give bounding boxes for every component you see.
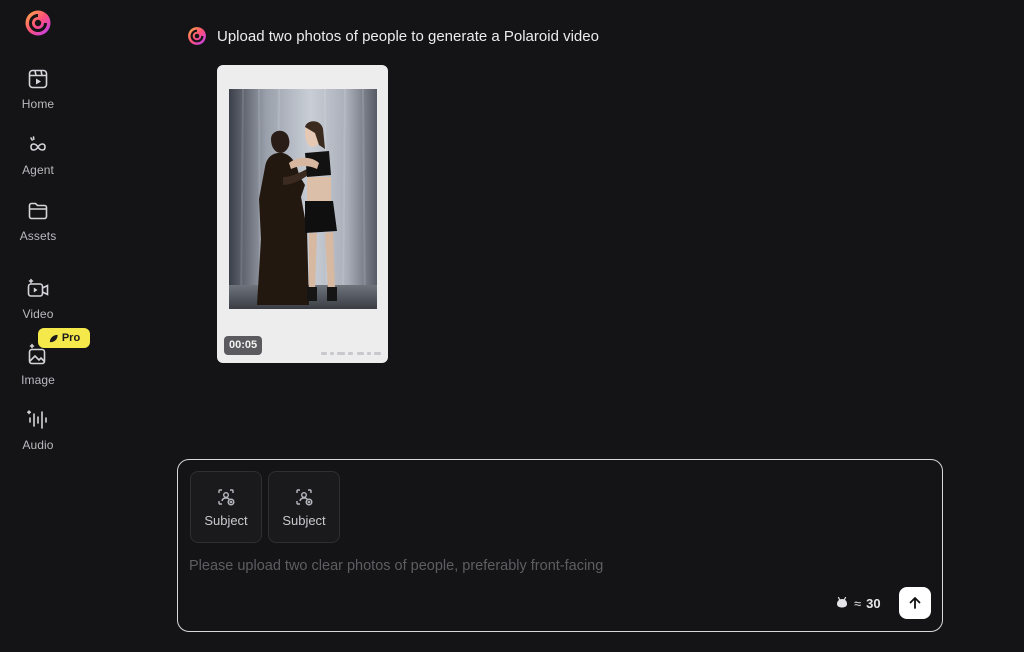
pro-badge-label: Pro: [61, 332, 81, 344]
credit-approx-symbol: ≈: [854, 595, 862, 611]
app-root: Home Agent Assets Video Image Pro Audio …: [0, 0, 1024, 652]
sidebar-item-label: Home: [21, 97, 55, 111]
sidebar-item-video[interactable]: Video: [0, 277, 76, 335]
leaf-icon: [49, 334, 58, 342]
sidebar-item-agent[interactable]: Agent: [0, 133, 76, 191]
credit-value: 30: [866, 595, 881, 611]
subject-label: Subject: [204, 512, 248, 528]
send-button[interactable]: [899, 587, 931, 619]
assistant-logo-icon: [188, 27, 206, 45]
prompt-input[interactable]: [189, 555, 909, 577]
sidebar-item-assets[interactable]: Assets: [0, 199, 76, 257]
polaroid-video-card[interactable]: 00:05: [217, 65, 388, 363]
sidebar-item-label: Image: [21, 373, 55, 387]
sidebar-item-label: Assets: [19, 229, 57, 243]
sidebar-item-audio[interactable]: Audio: [0, 408, 76, 466]
sidebar-item-image[interactable]: Image: [0, 343, 76, 401]
sidebar-item-label: Agent: [22, 163, 54, 177]
audio-icon: [27, 410, 47, 429]
assistant-message: Upload two photos of people to generate …: [187, 24, 599, 48]
message-title: Upload two photos of people to generate …: [217, 27, 599, 45]
agent-icon: [30, 136, 46, 151]
prompt-composer: Subject Subject ≈ 30: [177, 459, 943, 632]
photo-caption-mark: [321, 352, 381, 355]
home-icon: [28, 69, 48, 89]
sidebar-item-label: Audio: [22, 438, 54, 452]
upload-subject-button-1[interactable]: Subject: [190, 471, 262, 543]
sidebar: Home Agent Assets Video Image Pro Audio: [0, 0, 90, 652]
sidebar-item-label: Video: [22, 307, 54, 321]
polaroid-photo: [229, 89, 377, 309]
add-subject-icon: [218, 488, 235, 505]
credit-cost: ≈ 30: [835, 594, 881, 612]
video-icon: [27, 278, 49, 297]
app-logo[interactable]: [24, 9, 52, 37]
folder-icon: [28, 202, 48, 220]
subject-label: Subject: [282, 512, 326, 528]
arrow-up-icon: [909, 597, 921, 609]
add-subject-icon: [296, 488, 313, 505]
pro-badge: Pro: [38, 328, 90, 348]
credit-icon: [837, 596, 847, 608]
upload-subject-button-2[interactable]: Subject: [268, 471, 340, 543]
sidebar-item-home[interactable]: Home: [0, 67, 76, 125]
video-duration: 00:05: [224, 336, 263, 355]
